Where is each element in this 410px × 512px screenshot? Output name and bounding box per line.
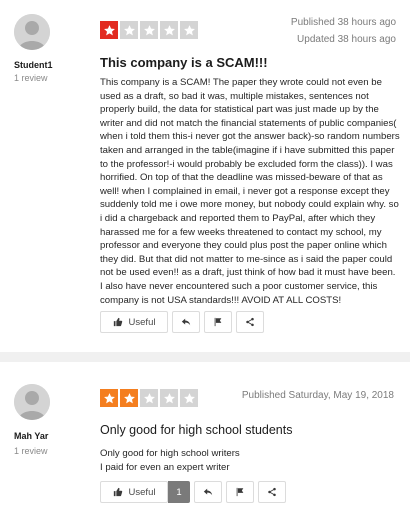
share-button[interactable] [258,481,286,503]
review-dates: Published 38 hours ago Updated 38 hours … [291,14,396,48]
flag-button[interactable] [226,481,254,503]
published-date: Published Saturday, May 19, 2018 [241,390,394,401]
reviewer-name[interactable]: Student1 [14,60,53,70]
flag-icon [236,487,244,497]
review-title[interactable]: This company is a SCAM!!! [100,55,268,70]
reply-button[interactable] [194,481,222,503]
star-icon [120,21,138,39]
reply-icon [181,318,191,326]
star-icon [100,389,118,407]
useful-button[interactable]: Useful [100,311,168,333]
user-silhouette-icon [14,14,50,50]
reply-icon [203,488,213,496]
review-card: Student1 1 review Published 38 hours ago… [0,0,410,352]
review-title[interactable]: Only good for high school students [100,423,292,437]
review-actions: Useful [100,311,264,333]
star-icon [120,389,138,407]
review-divider [0,352,410,362]
star-icon [140,21,158,39]
share-icon [268,487,276,497]
useful-count-badge: 1 [168,481,190,503]
star-icon [180,389,198,407]
reply-button[interactable] [172,311,200,333]
share-button[interactable] [236,311,264,333]
star-icon [100,21,118,39]
flag-button[interactable] [204,311,232,333]
user-silhouette-icon [14,384,50,420]
thumbs-up-icon [113,317,122,327]
reviewer-review-count: 1 review [14,446,48,456]
useful-button[interactable]: Useful [100,481,168,503]
useful-label: Useful [128,486,156,498]
review-body: This company is a SCAM! The paper they w… [100,77,400,306]
updated-date: Updated 38 hours ago [297,34,396,45]
star-icon [140,389,158,407]
star-icon [160,389,178,407]
star-rating [100,389,198,407]
avatar[interactable] [14,384,50,420]
useful-label: Useful [128,316,156,328]
review-body-line: I paid for even an expert writer [100,461,230,473]
review-dates: Published Saturday, May 19, 2018 [242,387,394,404]
review-body: Only good for high school writers I paid… [100,447,390,474]
star-rating [100,21,198,39]
star-icon [180,21,198,39]
star-icon [160,21,178,39]
published-date: Published 38 hours ago [290,17,396,28]
reviewer-review-count: 1 review [14,73,48,83]
thumbs-up-icon [113,487,122,497]
avatar[interactable] [14,14,50,50]
share-icon [246,317,254,327]
flag-icon [214,317,222,327]
review-card: Mah Yar 1 review Published Saturday, May… [0,362,410,512]
review-body-line: Only good for high school writers [100,448,240,459]
review-actions: Useful 1 [100,481,286,503]
reviewer-name[interactable]: Mah Yar [14,431,48,441]
